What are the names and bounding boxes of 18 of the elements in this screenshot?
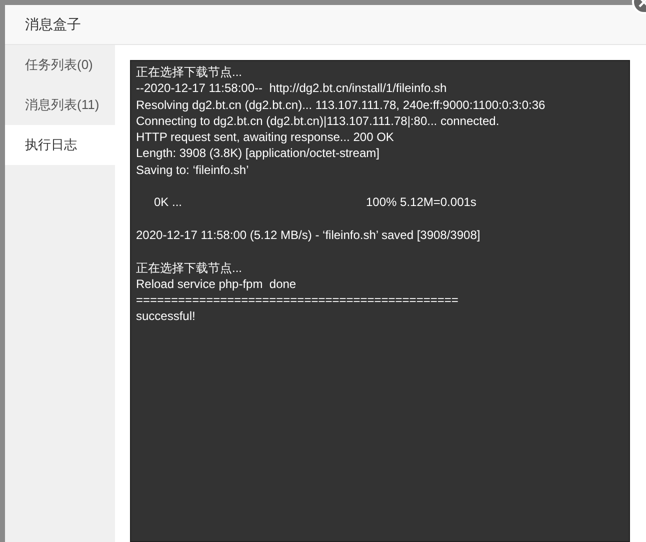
log-line: Reload service php-fpm done (136, 276, 298, 292)
dialog-title: 消息盒子 (25, 16, 81, 34)
log-line: ============================================== (136, 292, 460, 308)
log-line: Saving to: ‘fileinfo.sh’ (136, 162, 250, 178)
log-line: 2020-12-17 11:58:00 (5.12 MB/s) - ‘fileinfo.sh’ saved [3908/3908] (136, 226, 482, 244)
log-line: 正在选择下载节点... (136, 260, 244, 276)
log-line: Connecting to dg2.bt.cn (dg2.bt.cn)|113.107.111.78|:80... connected. (136, 112, 500, 130)
log-line: Resolving dg2.bt.cn (dg2.bt.cn)... 113.107.111.78, 240e:ff:9000:1100:0:3:0:36 (136, 96, 546, 113)
sidebar-tab[interactable]: 消息列表(11) (5, 85, 115, 125)
log-line: 正在选择下载节点... (136, 64, 244, 80)
sidebar-tab[interactable]: 任务列表(0) (5, 45, 115, 85)
log-line: --2020-12-17 11:58:00-- http://dg2.bt.cn/install/1/fileinfo.sh (136, 80, 448, 97)
log-line: Length: 3908 (3.8K) [application/octet-stream] (136, 145, 380, 162)
log-line: successful! (136, 308, 196, 325)
log-progress-stats: 100% 5.12M=0.001s (366, 194, 476, 211)
log-progress-size: 0K ... (154, 194, 184, 211)
log-line: HTTP request sent, awaiting response... 200 OK (136, 129, 395, 146)
sidebar-tab[interactable]: 执行日志 (5, 125, 115, 165)
